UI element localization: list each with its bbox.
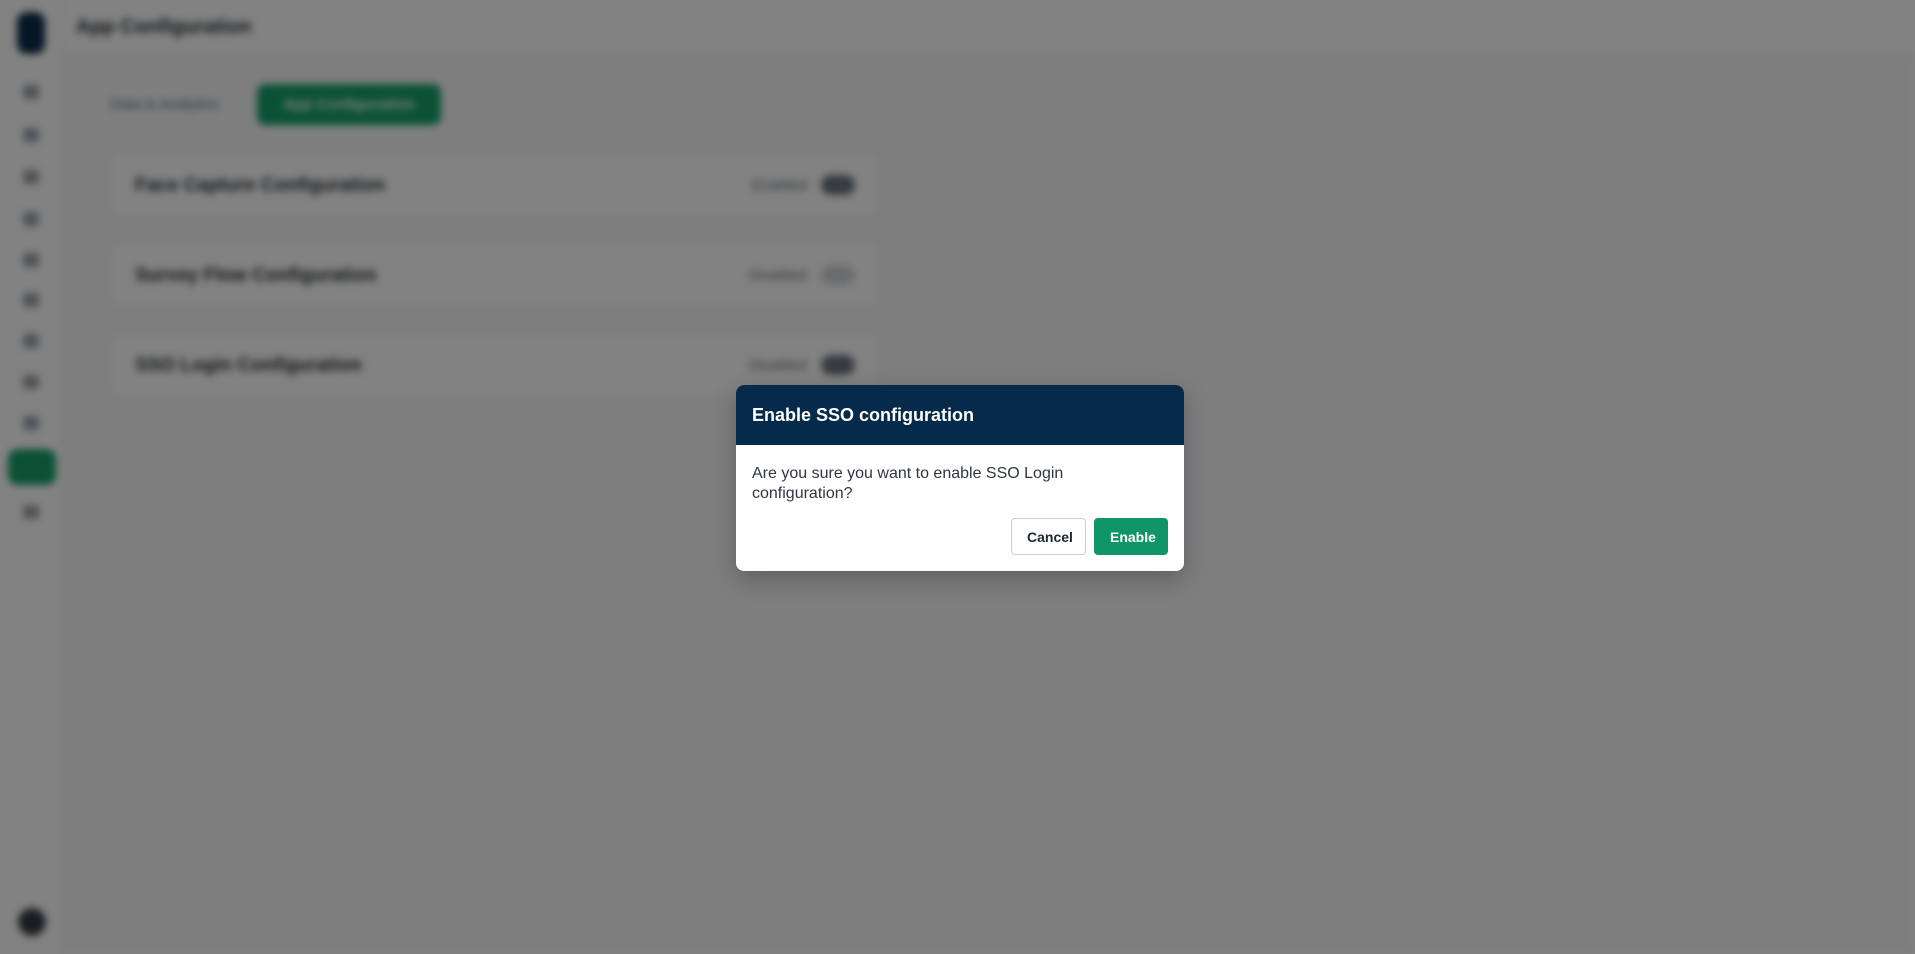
enable-button[interactable]: Enable <box>1094 518 1168 555</box>
dialog-title: Enable SSO configuration <box>752 404 975 425</box>
dialog-message: Are you sure you want to enable SSO Logi… <box>752 465 1064 502</box>
dialog-actions: Cancel Enable <box>1011 518 1168 555</box>
confirm-dialog: Enable SSO configuration Are you sure yo… <box>736 385 1184 571</box>
dialog-body: Are you sure you want to enable SSO Logi… <box>736 445 1184 504</box>
cancel-button[interactable]: Cancel <box>1011 518 1086 555</box>
dialog-header: Enable SSO configuration <box>736 385 1184 445</box>
